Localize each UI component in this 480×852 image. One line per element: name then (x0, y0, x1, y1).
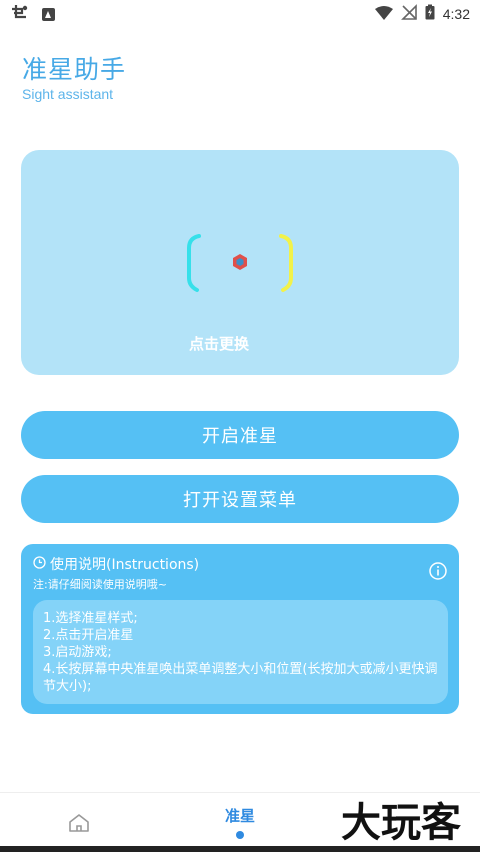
instruction-step: 2.点击开启准星 (43, 628, 134, 643)
watermark-logo: 大玩客 (341, 800, 461, 846)
instructions-heading-row: 使用说明(Instructions) (33, 554, 199, 574)
app-title: 准星助手 (22, 55, 127, 84)
home-icon[interactable] (68, 813, 90, 837)
instruction-step: 3.启动游戏; (43, 645, 112, 660)
instruction-step: 4.长按屏幕中央准星唤出菜单调整大小和位置(长按加大或减小更快调节大小); (43, 662, 438, 694)
system-navigation-bar (0, 846, 480, 852)
nav-tab-crosshair[interactable]: 准星 (212, 805, 268, 826)
status-bar: 4:32 (0, 0, 480, 28)
clock-icon (33, 555, 46, 573)
open-settings-menu-button[interactable]: 打开设置菜单 (21, 475, 459, 523)
instructions-heading: 使用说明(Instructions) (50, 557, 200, 573)
status-time: 4:32 (442, 6, 470, 22)
wifi-icon (374, 5, 393, 24)
instructions-steps: 1.选择准星样式; 2.点击开启准星 3.启动游戏; 4.长按屏幕中央准星唤出菜… (33, 600, 448, 704)
left-bracket (187, 234, 201, 292)
app-subtitle: Sight assistant (22, 86, 114, 102)
nav-active-indicator (236, 831, 244, 839)
change-crosshair-label[interactable]: 点击更换 (0, 333, 438, 354)
app-notification-icon (10, 3, 30, 25)
status-bar-right: 4:32 (374, 4, 470, 24)
instruction-step: 1.选择准星样式; (43, 611, 138, 626)
instructions-card: 使用说明(Instructions) 注:请仔细阅读使用说明哦~ 1.选择准星样… (21, 544, 459, 714)
status-bar-left (10, 3, 55, 25)
info-icon[interactable] (429, 562, 447, 584)
svg-text:大玩客: 大玩客 (341, 800, 461, 846)
a-notification-icon (42, 7, 55, 21)
no-signal-icon (400, 4, 417, 24)
right-bracket (279, 234, 293, 292)
instructions-note: 注:请仔细阅读使用说明哦~ (33, 578, 167, 591)
battery-charging-icon (425, 4, 435, 24)
open-crosshair-button[interactable]: 开启准星 (21, 411, 459, 459)
